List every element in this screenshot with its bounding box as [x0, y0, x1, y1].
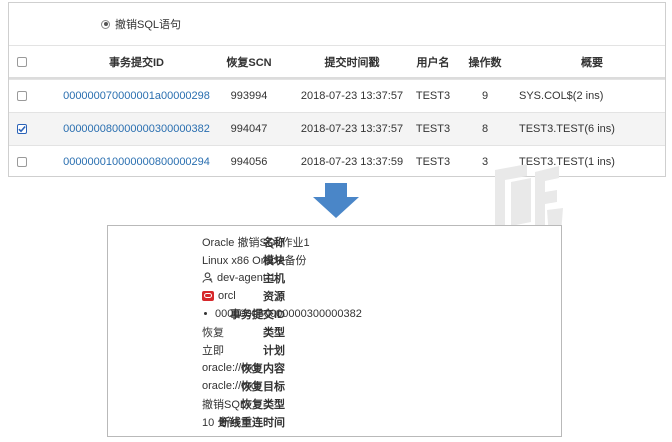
detail-label: 资源: [263, 290, 285, 303]
user-cell: TEST3: [415, 90, 451, 102]
ops-cell: 8: [481, 123, 489, 135]
ops-cell: 9: [481, 90, 489, 102]
resource-name: orcl: [218, 289, 236, 302]
oracle-db-icon: [202, 290, 214, 301]
column-header-ops[interactable]: 操作数: [459, 46, 511, 77]
table-header-row: 事务提交ID 恢复SCN 提交时间戳 用户名 操作数 概要: [9, 45, 665, 79]
detail-value: 撤销SQL: [202, 398, 247, 411]
summary-cell: SYS.COL$(2 ins): [519, 90, 604, 102]
txid-link[interactable]: 000000010000000800000294: [49, 146, 224, 178]
detail-label: 计划: [263, 344, 285, 357]
radio-label: 撤销SQL语句: [115, 19, 182, 31]
timestamp-cell: 2018-07-23 13:37:57: [300, 123, 404, 135]
table-row[interactable]: 000000070000001a00000298 993994 2018-07-…: [9, 79, 665, 112]
bullet-icon: [204, 312, 207, 315]
job-detail-panel: 名称 Oracle 撤销SQL作业1 模块 Linux x86 Oracle备份…: [107, 225, 562, 437]
detail-value-txid: 000000080000000300000382: [202, 308, 362, 320]
column-header-timestamp[interactable]: 提交时间戳: [287, 46, 417, 77]
scn-cell: 993994: [230, 90, 268, 102]
detail-value: Linux x86 Oracle备份: [202, 254, 307, 267]
detail-row-reconnect-time: 断线重连时间 10 分钟: [108, 411, 561, 432]
timestamp-cell: 2018-07-23 13:37:59: [300, 156, 404, 168]
txid-link[interactable]: 000000080000000300000382: [49, 113, 224, 145]
down-arrow-icon: [313, 183, 359, 218]
summary-cell: TEST3.TEST(6 ins): [519, 123, 615, 135]
detail-label: 类型: [263, 326, 285, 339]
detail-value: 立即: [202, 344, 224, 357]
column-header-summary[interactable]: 概要: [519, 46, 665, 77]
txid-link[interactable]: 000000070000001a00000298: [49, 80, 224, 112]
scn-cell: 994056: [230, 156, 268, 168]
row-checkbox[interactable]: [14, 146, 30, 178]
detail-value: oracle://orcl: [202, 379, 259, 392]
detail-value-host: dev-agent-1: [202, 272, 276, 284]
transaction-list-panel: 撤销SQL语句 事务提交ID 恢复SCN 提交时间戳 用户名 操作数 概要 00…: [8, 2, 666, 177]
column-header-scn[interactable]: 恢复SCN: [214, 46, 284, 77]
radio-button[interactable]: [101, 19, 110, 29]
detail-value: 10 分钟: [202, 416, 240, 429]
detail-value-resource: orcl: [202, 290, 236, 302]
timestamp-cell: 2018-07-23 13:37:57: [300, 90, 404, 102]
column-header-txid[interactable]: 事务提交ID: [49, 46, 224, 77]
column-header-user[interactable]: 用户名: [409, 46, 457, 77]
detail-value: oracle://orcl: [202, 361, 259, 374]
txid-value: 000000080000000300000382: [215, 307, 362, 320]
row-checkbox[interactable]: [14, 80, 30, 112]
row-checkbox-checked[interactable]: [14, 113, 30, 145]
checkmark-icon[interactable]: [17, 124, 27, 134]
user-cell: TEST3: [415, 156, 451, 168]
agent-icon: [202, 272, 213, 283]
detail-value: Oracle 撤销SQL作业1: [202, 236, 310, 249]
table-row[interactable]: 000000080000000300000382 994047 2018-07-…: [9, 112, 665, 145]
detail-value: 恢复: [202, 326, 224, 339]
undo-sql-radio-option[interactable]: 撤销SQL语句: [101, 16, 181, 32]
transaction-table: 事务提交ID 恢复SCN 提交时间戳 用户名 操作数 概要 0000000700…: [9, 45, 665, 178]
user-cell: TEST3: [415, 123, 451, 135]
scn-cell: 994047: [230, 123, 268, 135]
host-name: dev-agent-1: [217, 271, 276, 284]
detail-label: 恢复类型: [241, 398, 285, 411]
select-all-checkbox[interactable]: [14, 46, 30, 77]
